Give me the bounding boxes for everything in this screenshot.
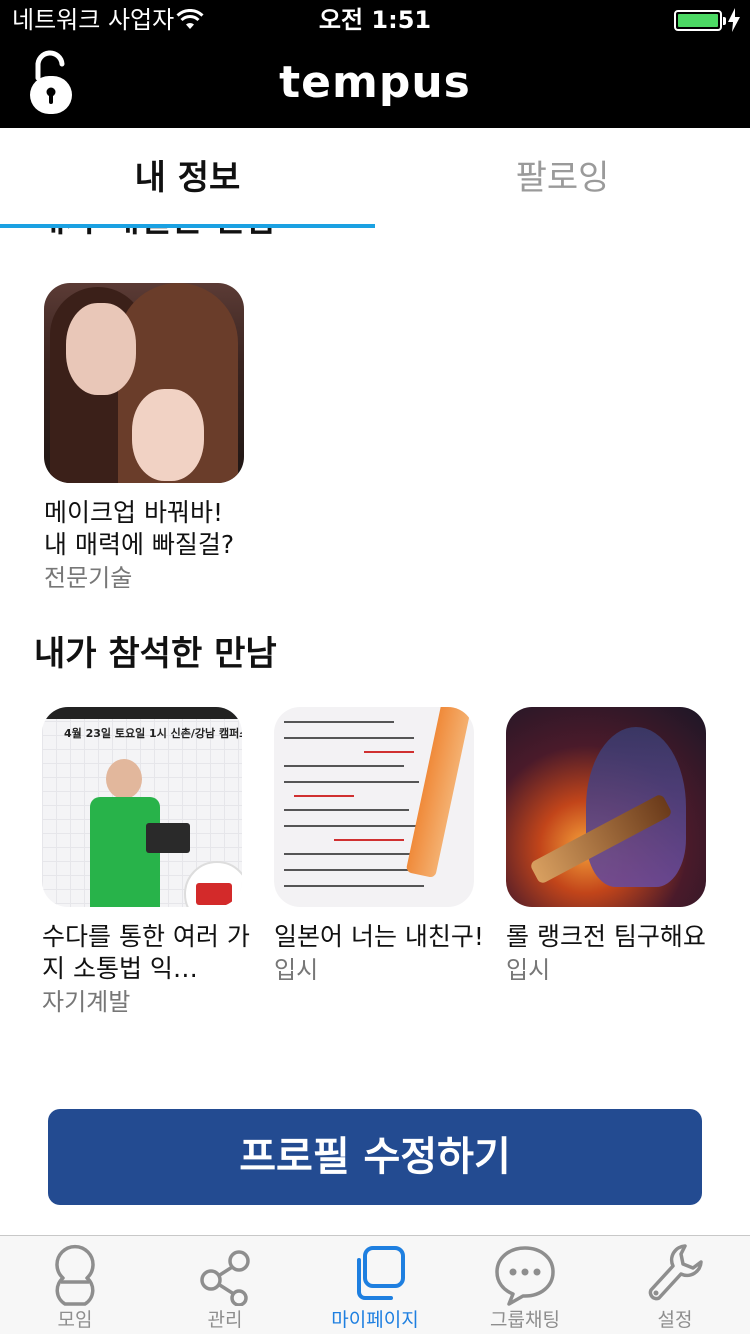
- chat-bubble-icon: [495, 1246, 555, 1306]
- section-title-opened: 내가 개설한 만남: [34, 228, 277, 240]
- meeting-thumbnail: 4월 23일 토요일 1시 신촌/강남 캠퍼스: [42, 707, 242, 907]
- meeting-title: 메이크업 바꿔바! 내 매력에 빠질걸?: [44, 498, 235, 559]
- tab-label: 모임: [57, 1309, 93, 1331]
- tab-bar: 모임 관리 마이페이지 그룹채팅 설정: [0, 1235, 750, 1334]
- nav-bar: tempus: [0, 40, 750, 128]
- tab-meetings[interactable]: 모임: [0, 1236, 150, 1334]
- tab-manage[interactable]: 관리: [150, 1236, 300, 1334]
- meeting-title: 일본어 너는 내친구!: [274, 922, 484, 951]
- meeting-card[interactable]: 일본어 너는 내친구! 입시: [274, 707, 484, 985]
- app-title: tempus: [279, 57, 471, 108]
- meeting-category: 입시: [274, 956, 319, 984]
- meeting-thumbnail: [506, 707, 706, 907]
- meeting-title: 롤 랭크전 팀구해요: [506, 922, 706, 951]
- meeting-card[interactable]: 롤 랭크전 팀구해요 입시: [506, 707, 716, 985]
- section-title-joined: 내가 참석한 만남: [34, 634, 277, 674]
- status-bar: 네트워크 사업자 오전 1:51: [0, 0, 750, 40]
- segment-tabs: 내 정보 팔로잉: [0, 128, 750, 228]
- wrench-icon: [648, 1244, 703, 1301]
- meeting-thumbnail: [44, 283, 244, 483]
- meeting-card[interactable]: 4월 23일 토요일 1시 신촌/강남 캠퍼스 수다를 통한 여러 가지 소통법…: [42, 707, 252, 1017]
- battery-icon: [674, 10, 726, 31]
- tab-label: 마이페이지: [331, 1309, 419, 1331]
- person-icon: [55, 1244, 95, 1306]
- meeting-card[interactable]: 메이크업 바꿔바! 내 매력에 빠질걸? 전문기술: [44, 283, 254, 593]
- tab-group-chat[interactable]: 그룹채팅: [450, 1236, 600, 1334]
- tab-label: 그룹채팅: [490, 1309, 560, 1331]
- poster-text: 4월 23일 토요일 1시 신촌/강남 캠퍼스: [64, 727, 242, 740]
- tab-label: 설정: [657, 1309, 693, 1331]
- tab-my-info[interactable]: 내 정보: [0, 128, 375, 228]
- charging-icon: [728, 8, 740, 32]
- meeting-category: 입시: [506, 956, 551, 984]
- share-icon: [200, 1250, 250, 1306]
- tab-label: 관리: [207, 1309, 243, 1331]
- meeting-category: 전문기술: [44, 564, 133, 592]
- scroll-content[interactable]: 내가 개설한 만남 메이크업 바꿔바! 내 매력에 빠질걸? 전문기술 내가 참…: [0, 228, 750, 1234]
- meeting-thumbnail: [274, 707, 474, 907]
- clock: 오전 1:51: [318, 6, 432, 34]
- tab-mypage[interactable]: 마이페이지: [300, 1236, 450, 1334]
- tab-settings[interactable]: 설정: [600, 1236, 750, 1334]
- meeting-title: 수다를 통한 여러 가지 소통법 익…: [42, 922, 250, 983]
- meeting-category: 자기계발: [42, 988, 131, 1016]
- mypage-icon: [357, 1246, 405, 1300]
- edit-profile-button[interactable]: 프로필 수정하기: [48, 1109, 702, 1205]
- tab-following[interactable]: 팔로잉: [375, 128, 750, 228]
